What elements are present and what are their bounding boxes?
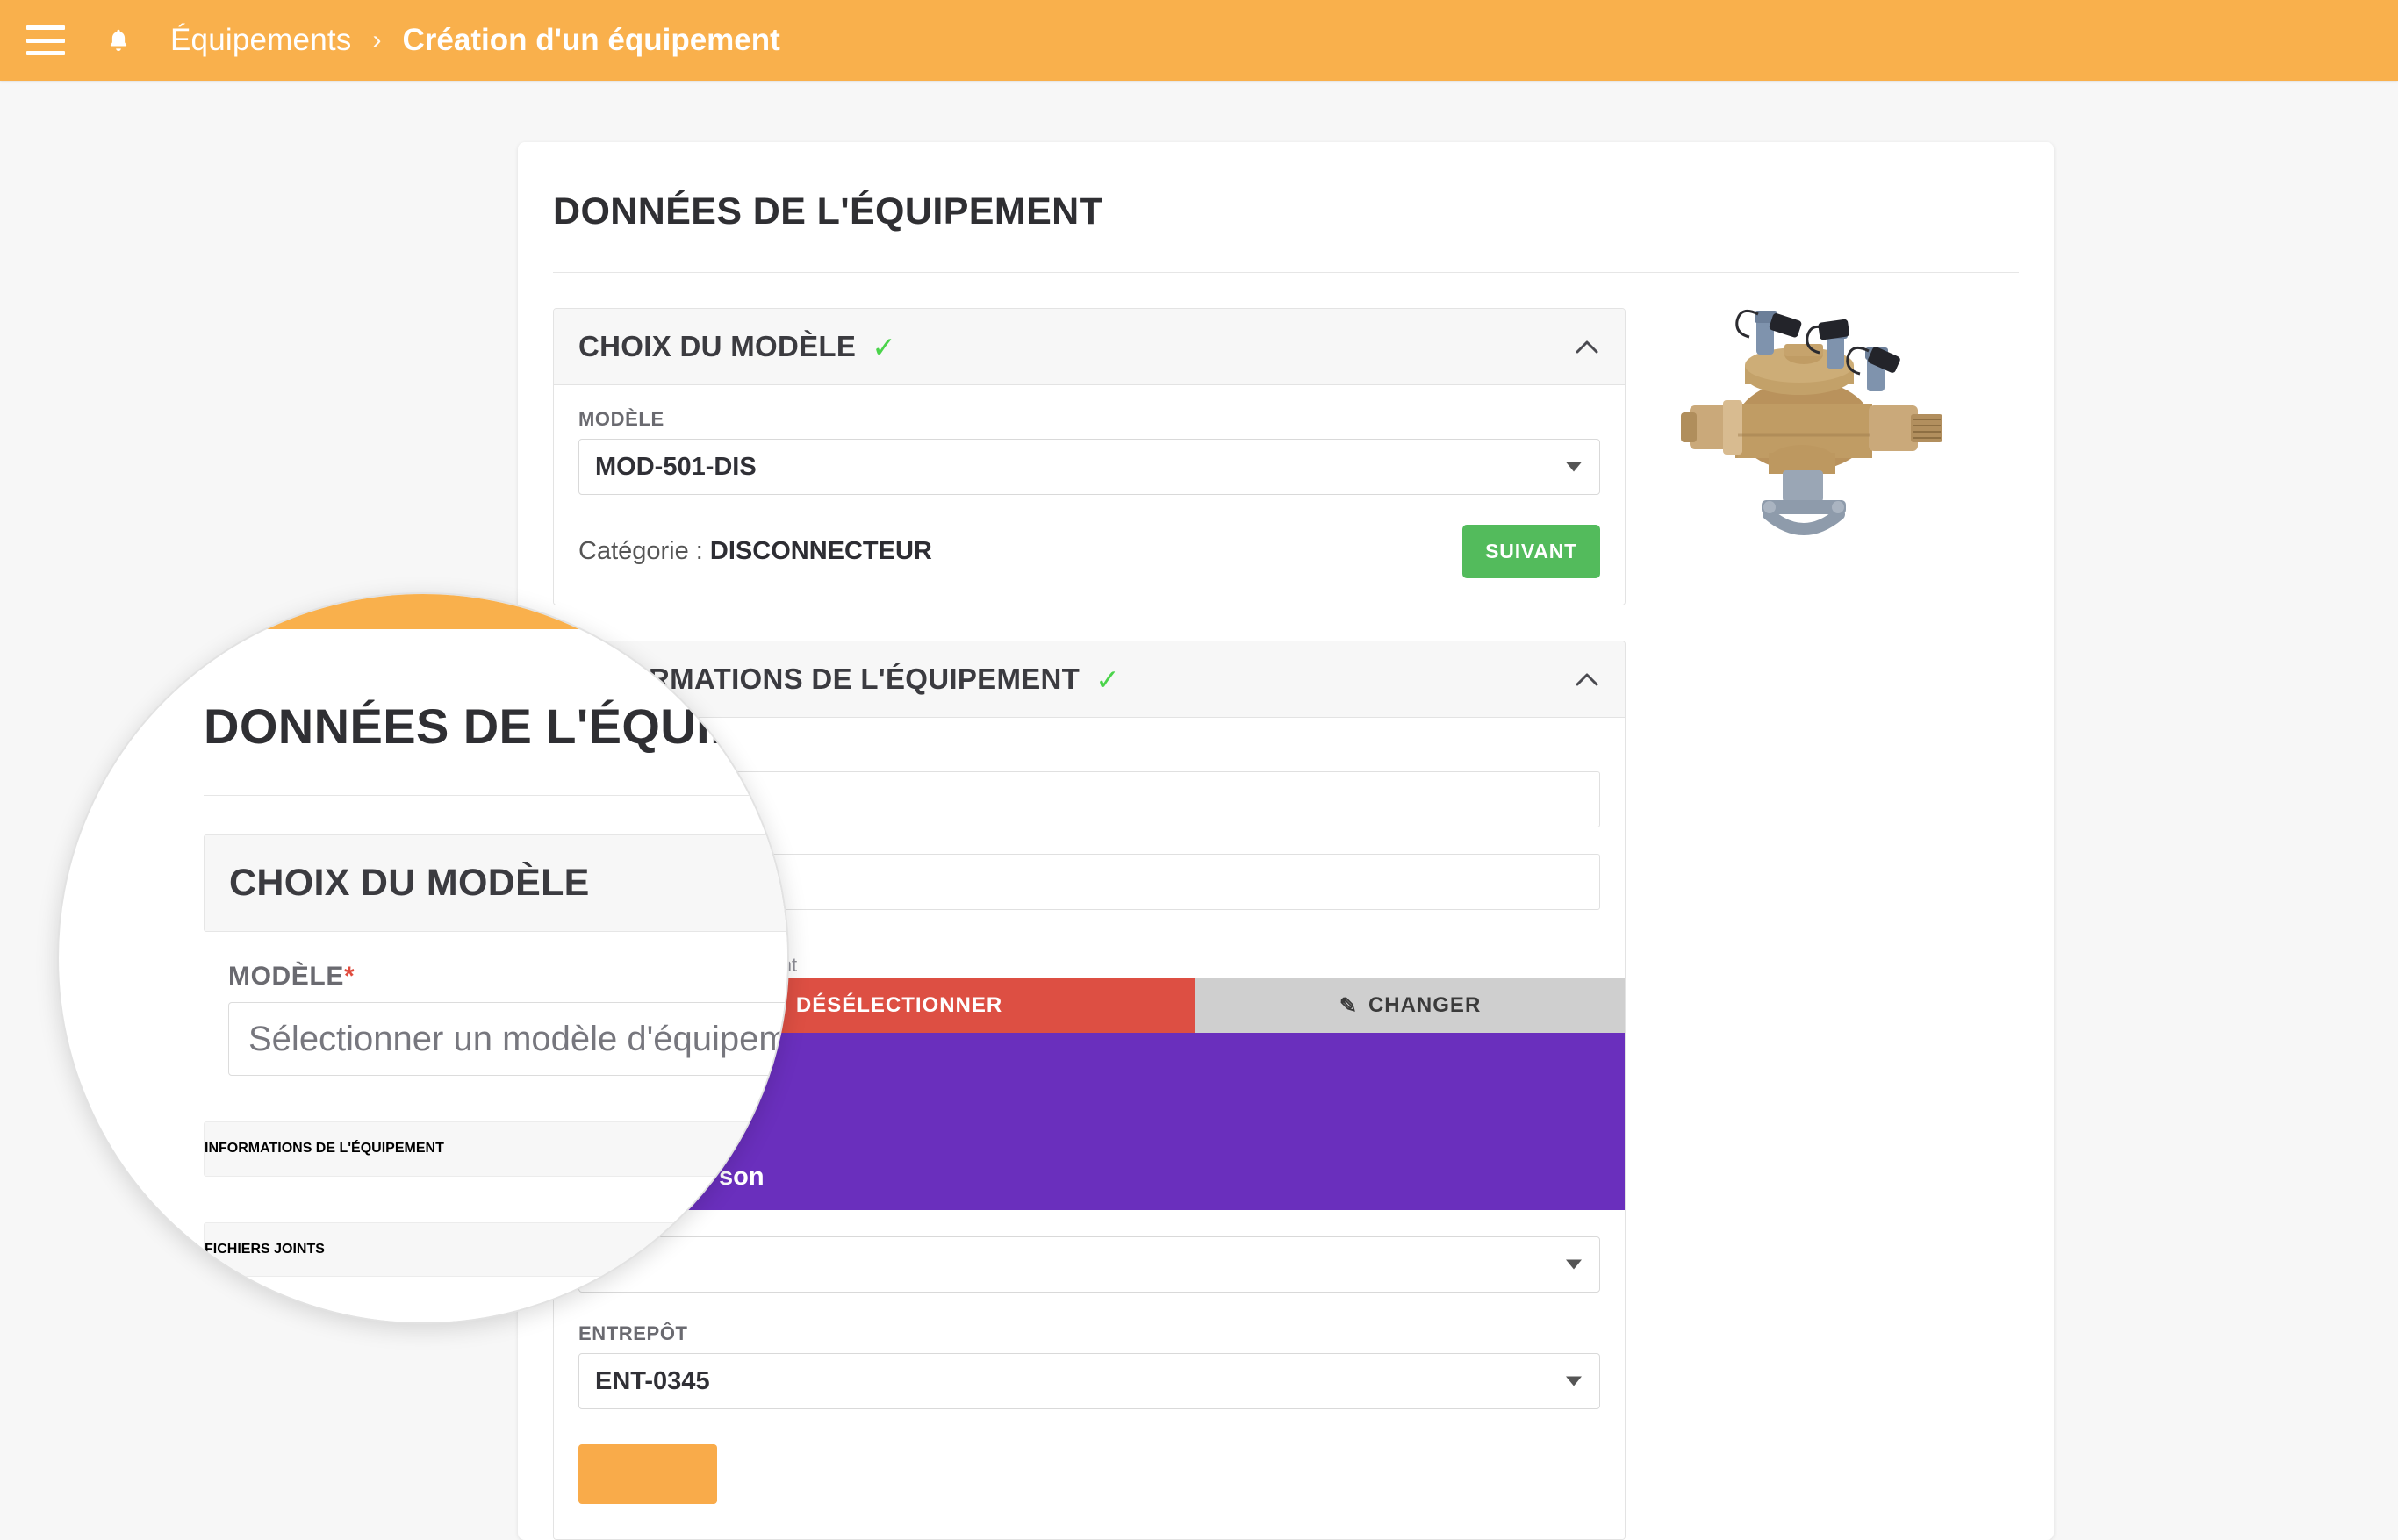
- breadcrumb-current-page: Création d'un équipement: [402, 23, 780, 57]
- magnified-page-title: DONNÉES DE L'ÉQUIPEMENT: [204, 698, 787, 754]
- magnified-accordion-title-informations: INFORMATIONS DE L'ÉQUIPEMENT: [205, 1141, 444, 1157]
- category-label: Catégorie :: [578, 537, 703, 565]
- magnifier-lens: DONNÉES DE L'ÉQUIPEMENT CHOIX DU MODÈLE …: [57, 592, 789, 1324]
- magnified-accordion-fichiers-joints[interactable]: FICHIERS JOINTS: [204, 1221, 787, 1278]
- changer-button[interactable]: ✎ CHANGER: [1195, 978, 1625, 1033]
- accordion-title-choix-du-modele: CHOIX DU MODÈLE: [578, 330, 857, 362]
- warehouse-select-value: ENT-0345: [595, 1366, 710, 1395]
- magnified-accordion-choix-du-modele[interactable]: CHOIX DU MODÈLE: [204, 834, 787, 932]
- suivant-button[interactable]: SUIVANT: [1462, 525, 1600, 578]
- pencil-edit-icon: ✎: [1339, 993, 1358, 1018]
- changer-button-label: CHANGER: [1368, 993, 1482, 1017]
- breadcrumb-equipements[interactable]: Équipements: [170, 23, 352, 58]
- magnified-title-divider: [204, 795, 787, 796]
- top-app-bar: Équipements › Création d'un équipement: [0, 0, 2398, 81]
- model-select-value: MOD-501-DIS: [595, 452, 757, 481]
- accordion-choix-du-modele: CHOIX DU MODÈLE ✓ MODÈLE MOD-501-DIS Cat…: [553, 308, 1626, 605]
- magnified-model-label-text: MODÈLE: [228, 962, 344, 991]
- magnified-model-field: MODÈLE* Sélectionner un modèle d'équipem…: [228, 962, 788, 1076]
- chevron-down-icon: [1566, 462, 1582, 472]
- accordion-header-choix-du-modele[interactable]: CHOIX DU MODÈLE ✓: [554, 309, 1625, 385]
- breadcrumb-separator-icon: ›: [372, 25, 382, 54]
- category-row: Catégorie : DISCONNECTEUR SUIVANT: [578, 525, 1600, 578]
- model-field-label: MODÈLE: [578, 408, 664, 430]
- category-value: DISCONNECTEUR: [709, 537, 932, 565]
- required-asterisk-icon: *: [343, 962, 355, 991]
- title-divider: [553, 272, 2019, 273]
- magnifier-content: DONNÉES DE L'ÉQUIPEMENT CHOIX DU MODÈLE …: [59, 594, 788, 1322]
- accordion-body-choix-du-modele: MODÈLE MOD-501-DIS Catégorie : DISCONNEC…: [554, 385, 1625, 605]
- warehouse-select[interactable]: ENT-0345: [578, 1353, 1600, 1409]
- chevron-up-icon[interactable]: [1576, 340, 1598, 354]
- magnified-model-placeholder: Sélectionner un modèle d'équipement...: [248, 1019, 788, 1058]
- magnified-model-select[interactable]: Sélectionner un modèle d'équipement...: [228, 1002, 788, 1076]
- category-text: Catégorie : DISCONNECTEUR: [578, 537, 932, 566]
- model-select[interactable]: MOD-501-DIS: [578, 439, 1600, 495]
- chevron-up-icon[interactable]: [1576, 672, 1598, 686]
- warehouse-label: ENTREPÔT: [578, 1322, 688, 1344]
- magnified-model-label: MODÈLE*: [228, 962, 787, 992]
- chevron-down-icon: [1566, 1376, 1582, 1386]
- product-image: [1655, 281, 1953, 579]
- chevron-down-icon: [1566, 1259, 1582, 1270]
- magnified-card: DONNÉES DE L'ÉQUIPEMENT CHOIX DU MODÈLE …: [125, 629, 788, 1322]
- page-title: DONNÉES DE L'ÉQUIPEMENT: [553, 190, 1103, 233]
- magnified-accordion-informations[interactable]: INFORMATIONS DE L'ÉQUIPEMENT: [204, 1121, 787, 1177]
- green-check-icon: ✓: [1095, 663, 1120, 696]
- bell-notification-icon[interactable]: [98, 20, 139, 61]
- magnified-top-bar: [59, 594, 787, 629]
- hamburger-menu-icon[interactable]: [26, 25, 65, 55]
- submit-button[interactable]: [578, 1444, 717, 1504]
- green-check-icon: ✓: [872, 330, 896, 363]
- magnified-accordion-title-fichiers: FICHIERS JOINTS: [205, 1241, 325, 1257]
- magnified-accordion-title-modele: CHOIX DU MODÈLE: [229, 862, 590, 904]
